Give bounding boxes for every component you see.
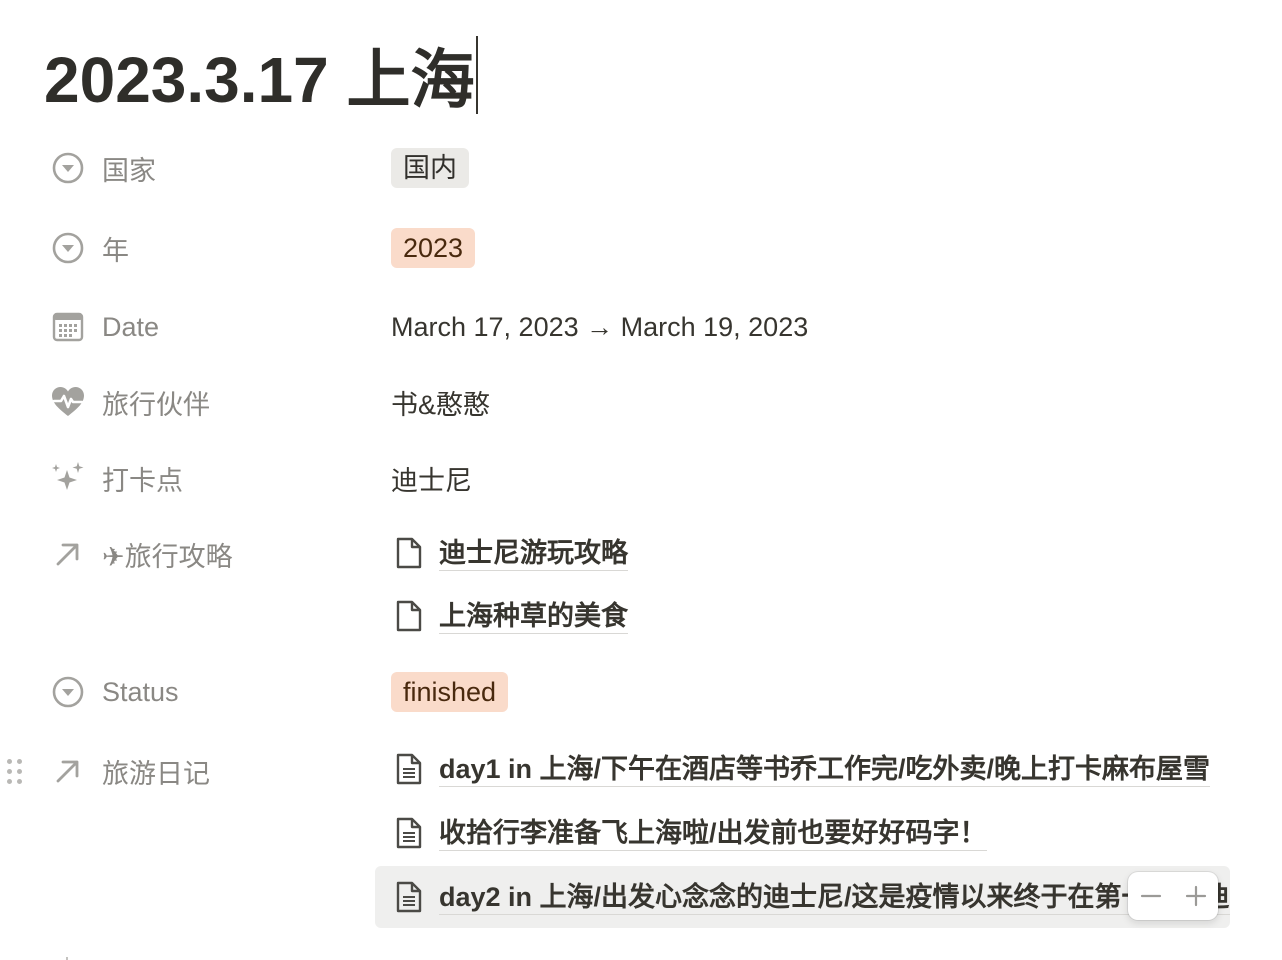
property-label-text: 国家 [102, 155, 156, 186]
property-value-country[interactable]: 国内 [391, 148, 1230, 188]
relation-page-title[interactable]: 上海种草的美食 [439, 599, 628, 634]
page: 2023.3.17 上海 国家 国内 年 2023 Date March 17,… [0, 0, 1282, 960]
zoom-control [1128, 872, 1218, 920]
select-icon [50, 230, 86, 266]
property-value-status[interactable]: finished [391, 672, 1230, 712]
date-range-text[interactable]: March 17, 2023 → March 19, 2023 [391, 312, 808, 343]
select-icon [50, 150, 86, 186]
next-property-icon [62, 952, 72, 960]
relation-arrow-icon [50, 753, 86, 789]
property-value-companion[interactable]: 书&憨憨 [391, 382, 1230, 422]
sparkle-icon [50, 460, 86, 496]
page-text-icon [393, 813, 425, 853]
property-label-guides[interactable]: ✈旅行攻略 [50, 534, 370, 574]
property-label-status[interactable]: Status [50, 672, 370, 712]
companion-text[interactable]: 书&憨憨 [391, 383, 490, 422]
property-label-companion[interactable]: 旅行伙伴 [50, 382, 370, 422]
relation-page-title[interactable]: day1 in 上海/下午在酒店等书乔工作完/吃外卖/晚上打卡麻布屋雪 [439, 752, 1211, 787]
page-title-text[interactable]: 2023.3.17 上海 [44, 29, 475, 121]
property-value-checkin[interactable]: 迪士尼 [391, 458, 1230, 498]
page-icon [393, 596, 425, 636]
property-label-text: 旅游日记 [102, 758, 210, 789]
property-label-checkin[interactable]: 打卡点 [50, 458, 370, 498]
relation-page-link[interactable]: 上海种草的美食 [375, 587, 1230, 645]
status-tag[interactable]: finished [391, 672, 509, 712]
drag-handle-icon[interactable] [4, 757, 26, 787]
property-label-year[interactable]: 年 [50, 228, 370, 268]
select-tag[interactable]: 2023 [391, 228, 476, 268]
checkin-text[interactable]: 迪士尼 [391, 459, 472, 498]
property-value-date[interactable]: March 17, 2023 → March 19, 2023 [391, 307, 1230, 347]
select-icon [50, 674, 86, 710]
property-label-text: 旅行伙伴 [102, 389, 210, 420]
property-label-text: 年 [102, 235, 129, 266]
zoom-in-button[interactable] [1178, 878, 1214, 914]
page-text-icon [393, 877, 425, 917]
relation-page-link[interactable]: 迪士尼游玩攻略 [375, 524, 1230, 582]
page-icon [393, 533, 425, 573]
property-label-text: ✈旅行攻略 [102, 541, 233, 572]
property-value-year[interactable]: 2023 [391, 228, 1230, 268]
property-label-text: 打卡点 [102, 465, 183, 496]
relation-page-link[interactable]: day1 in 上海/下午在酒店等书乔工作完/吃外卖/晚上打卡麻布屋雪 [375, 740, 1230, 798]
property-label-country[interactable]: 国家 [50, 148, 370, 188]
relation-page-link[interactable]: day2 in 上海/出发心念念的迪士尼/这是疫情以来终于在第一次去迪士尼 [375, 866, 1230, 928]
page-text-icon [393, 749, 425, 789]
page-title[interactable]: 2023.3.17 上海 [44, 30, 478, 120]
relation-page-title[interactable]: day2 in 上海/出发心念念的迪士尼/这是疫情以来终于在第一次去迪士尼 [439, 880, 1230, 915]
zoom-out-button[interactable] [1133, 878, 1169, 914]
minus-icon [1140, 894, 1161, 898]
relation-page-title[interactable]: 迪士尼游玩攻略 [439, 536, 628, 571]
heartbeat-icon [50, 384, 86, 420]
calendar-icon [50, 309, 86, 345]
relation-arrow-icon [50, 536, 86, 572]
select-tag[interactable]: 国内 [391, 148, 469, 188]
relation-page-link[interactable]: 收拾行李准备飞上海啦/出发前也要好好码字！ [375, 804, 1230, 862]
plus-icon [1185, 885, 1206, 907]
property-label-text: Status [102, 676, 179, 707]
property-label-text: Date [102, 311, 160, 342]
relation-page-title[interactable]: 收拾行李准备飞上海啦/出发前也要好好码字！ [439, 816, 987, 851]
text-cursor [475, 36, 478, 114]
property-label-diary[interactable]: 旅游日记 [50, 751, 370, 791]
property-label-date[interactable]: Date [50, 307, 370, 347]
